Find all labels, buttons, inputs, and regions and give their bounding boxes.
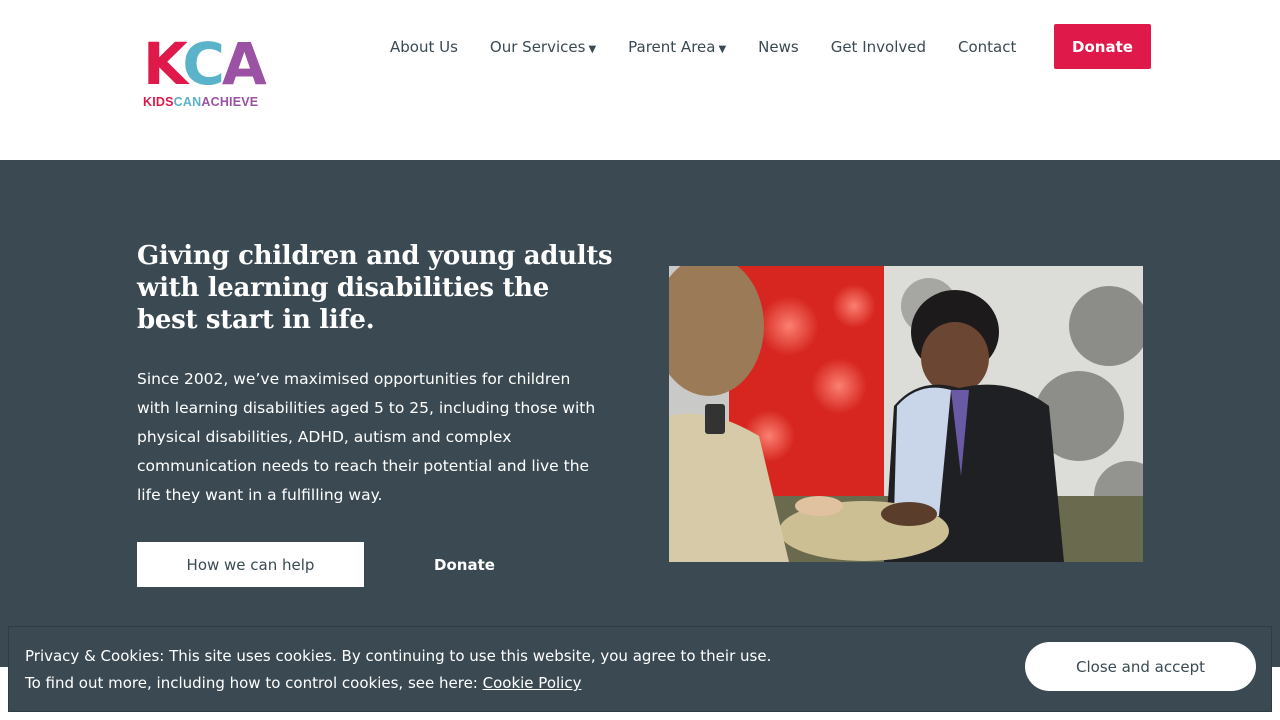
hero-photo	[669, 266, 1143, 562]
how-we-can-help-button[interactable]: How we can help	[137, 542, 364, 587]
caret-down-icon: ▼	[588, 43, 597, 55]
close-and-accept-button[interactable]: Close and accept	[1025, 642, 1256, 691]
hero-title: Giving children and young adults with le…	[137, 241, 613, 335]
caret-down-icon: ▼	[718, 43, 727, 55]
header-donate-button[interactable]: Donate	[1054, 24, 1151, 69]
logo-letter-c: C	[182, 30, 225, 98]
hero-donate-button[interactable]: Donate	[408, 542, 521, 587]
nav-contact-label: Contact	[957, 37, 1017, 56]
logo-tag-can: CAN	[173, 95, 202, 109]
nav-about-us-label: About Us	[390, 37, 458, 56]
logo-mark: KCA	[143, 35, 283, 93]
logo-letter-a: A	[221, 30, 267, 98]
nav-contact[interactable]: Contact	[942, 38, 1032, 56]
nav-news-label: News	[758, 37, 799, 56]
hero-description: Since 2002, we’ve maximised opportunitie…	[137, 370, 596, 504]
nav-our-services[interactable]: Our Services ▼	[474, 38, 612, 56]
cookie-line-2: To find out more, including how to contr…	[25, 670, 771, 697]
nav-get-involved[interactable]: Get Involved	[815, 38, 942, 56]
main-nav: About Us Our Services ▼ Parent Area ▼ News…	[374, 24, 1032, 69]
cookie-line-1: Privacy & Cookies: This site uses cookie…	[25, 647, 772, 665]
cookie-text: Privacy & Cookies: This site uses cookie…	[25, 643, 771, 697]
logo-tag-kids: KIDS	[143, 95, 174, 109]
cookie-line-2-prefix: To find out more, including how to contr…	[25, 674, 483, 692]
kca-logo[interactable]: KCA KIDSCANACHIEVE	[143, 35, 283, 109]
nav-parent-area-label: Parent Area	[628, 37, 716, 56]
nav-news[interactable]: News	[742, 38, 815, 56]
cookie-policy-link[interactable]: Cookie Policy	[483, 674, 582, 692]
logo-letter-k: K	[143, 30, 185, 98]
nav-get-involved-label: Get Involved	[830, 37, 926, 56]
cookie-banner: Privacy & Cookies: This site uses cookie…	[8, 626, 1272, 712]
nav-about-us[interactable]: About Us	[374, 38, 474, 56]
logo-tag-achieve: ACHIEVE	[201, 95, 259, 109]
nav-parent-area[interactable]: Parent Area ▼	[612, 38, 742, 56]
site-header: KCA KIDSCANACHIEVE About Us Our Services…	[0, 0, 1280, 160]
hero-section: Giving children and young adults with le…	[0, 160, 1280, 667]
nav-our-services-label: Our Services	[489, 37, 586, 56]
